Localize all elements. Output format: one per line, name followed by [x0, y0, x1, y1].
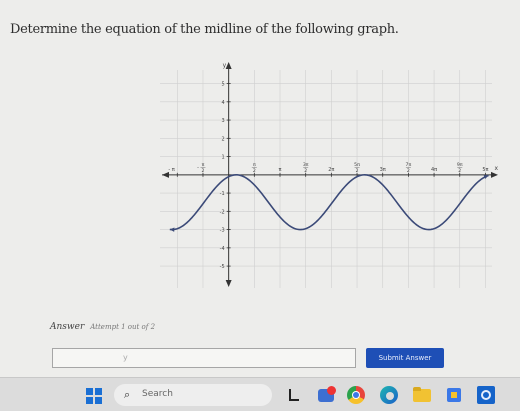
edge-icon[interactable]	[380, 386, 398, 404]
answer-section-label: Answer Attempt 1 out of 2	[50, 322, 155, 332]
x-tick-label: 4π	[431, 167, 437, 173]
x-axis-label: x	[494, 165, 498, 172]
tick-labels: π-π2- π2 π3π2 2π5π2 3π7π2 4π9π2 5π54321-1-2-3-…	[168, 82, 488, 271]
folder-icon[interactable]	[413, 386, 431, 404]
file-explorer-icon[interactable]	[286, 386, 304, 404]
answer-input[interactable]: y	[52, 348, 356, 368]
x-tick-numerator: 9π	[457, 162, 463, 168]
graph: xy π - π 2- π 2 π 3π 2 2π 5π 2 3π 7π 2 4π 9π 2 5π 5 4 3 2 1 -1 -2…	[160, 58, 500, 288]
sinusoid-curve	[169, 174, 489, 231]
windows-start-icon[interactable]	[86, 388, 102, 404]
attempt-counter: Attempt 1 out of 2	[90, 323, 156, 331]
widgets-icon[interactable]	[318, 386, 336, 404]
y-tick-label: 1	[221, 155, 224, 161]
y-tick-label: -4	[220, 246, 225, 252]
x-tick-label: π	[172, 167, 175, 173]
submit-answer-button[interactable]: Submit Answer	[366, 348, 444, 368]
y-axis-arrow-down	[225, 280, 232, 287]
taskbar-search[interactable]: ⌕ Search	[114, 384, 272, 406]
y-tick-label: 4	[221, 100, 224, 106]
y-axis-label: y	[223, 62, 227, 69]
x-tick-numerator: 5π	[354, 162, 360, 168]
x-tick-label: 5π	[482, 167, 488, 173]
x-tick-denominator: 2	[202, 168, 205, 174]
answer-label: Answer	[50, 322, 85, 332]
graph-svg: xy π-π2- π2 π3π2 2π5π2 3π7π2 4π9π2 5π54321-1-2…	[160, 62, 498, 288]
x-tick-denominator: 2	[458, 168, 461, 174]
question-text: Determine the equation of the midline of…	[10, 22, 399, 37]
x-axis-arrow	[491, 171, 498, 178]
taskbar-search-label: Search	[142, 389, 173, 399]
curve-arrow-left	[169, 227, 175, 232]
store-icon[interactable]	[445, 386, 463, 404]
x-tick-numerator: π	[202, 163, 205, 168]
y-axis-arrow	[225, 62, 232, 69]
curve	[169, 174, 489, 232]
axes: xy	[162, 62, 498, 287]
x-tick-label: π	[278, 167, 281, 173]
y-tick-label: -2	[220, 209, 225, 215]
x-tick-denominator: 2	[407, 168, 410, 174]
x-tick-numerator: 3π	[303, 162, 309, 168]
x-tick-numerator: π	[253, 163, 256, 168]
y-tick-label: -5	[220, 264, 225, 270]
x-tick-minus: -	[197, 165, 199, 171]
y-tick-label: -1	[220, 191, 225, 197]
y-tick-label: 3	[221, 118, 224, 124]
x-tick-denominator: 2	[304, 168, 307, 174]
x-tick-denominator: 2	[356, 168, 359, 174]
grid	[160, 70, 492, 288]
chrome-icon[interactable]	[347, 386, 365, 404]
x-tick-label: 3π	[380, 167, 386, 173]
x-tick-label: 2π	[328, 167, 334, 173]
x-tick-minus: -	[168, 167, 170, 173]
y-tick-label: 2	[221, 136, 224, 142]
x-tick-numerator: 7π	[406, 162, 412, 168]
x-tick-denominator: 2	[253, 168, 256, 174]
y-tick-label: -3	[220, 228, 225, 234]
search-icon: ⌕	[124, 388, 131, 401]
taskbar: ⌕ Search	[0, 377, 520, 411]
y-tick-label: 5	[221, 82, 224, 88]
outlook-icon[interactable]	[477, 386, 495, 404]
